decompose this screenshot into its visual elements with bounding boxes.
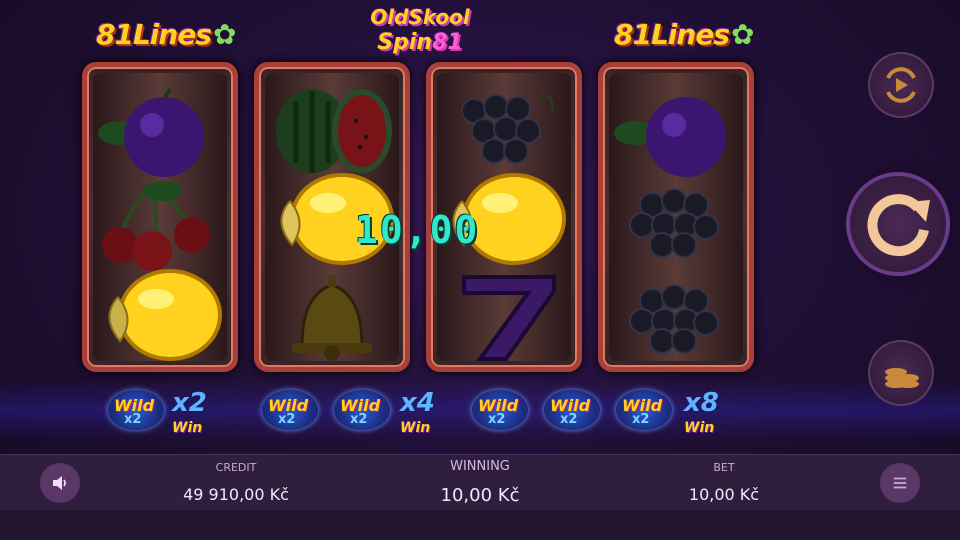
multiplier-win-label: Win — [172, 420, 203, 436]
sound-button[interactable] — [40, 463, 80, 503]
bottom-bar: CREDIT 49 910,00 Kč WINNING 10,00 Kč BET… — [0, 454, 960, 511]
coins-icon — [885, 368, 919, 388]
bet-label: BET — [713, 461, 735, 474]
grapes-icon — [603, 271, 749, 367]
autoplay-icon — [886, 67, 916, 103]
bell-icon — [259, 265, 405, 361]
credit-label: CREDIT — [215, 461, 257, 474]
lines-badge-right: 81Lines✿ — [614, 18, 754, 51]
credit-value: 49 910,00 Kč — [183, 485, 289, 504]
win-amount-overlay: 10,00 — [355, 208, 480, 252]
grapes-icon — [431, 81, 577, 177]
wild-badge: Wild x2 — [108, 386, 170, 438]
reel-4 — [598, 62, 754, 372]
wild-badge: Wild x2 — [262, 386, 324, 438]
multiplier-win-label: Win — [684, 420, 715, 436]
spin-button[interactable] — [846, 172, 950, 276]
bottom-footer-strip — [0, 510, 960, 540]
game-logo: OldSkool Spin81 — [370, 5, 470, 55]
seven-icon — [431, 267, 577, 363]
speaker-icon — [53, 476, 66, 490]
cherries-icon — [87, 177, 233, 273]
multiplier-win-label: Win — [400, 420, 431, 436]
winning-label: WINNING — [450, 459, 510, 474]
spin-icon — [867, 194, 930, 257]
grapes-icon — [603, 175, 749, 271]
winning-value: 10,00 Kč — [440, 485, 520, 506]
lemon-icon — [87, 267, 233, 363]
clover-icon: ✿ — [213, 18, 236, 51]
wild-badge: Wild x2 — [472, 386, 534, 438]
multiplier-x8: x8 — [684, 388, 719, 418]
autoplay-button[interactable] — [868, 52, 934, 118]
menu-button[interactable] — [880, 463, 920, 503]
multiplier-x4: x4 — [400, 388, 435, 418]
reel-1 — [82, 62, 238, 372]
bet-value: 10,00 Kč — [688, 485, 760, 504]
wild-badge: Wild x2 — [616, 386, 678, 438]
hamburger-menu-icon — [893, 477, 907, 489]
lines-badge-left: 81Lines✿ — [96, 18, 236, 51]
plum-icon — [603, 87, 749, 183]
bet-coins-button[interactable] — [868, 340, 934, 406]
wild-badge: Wild x2 — [334, 386, 396, 438]
wild-badge: Wild x2 — [544, 386, 606, 438]
plum-icon — [87, 87, 233, 183]
watermelon-icon — [259, 81, 405, 177]
multiplier-x2: x2 — [172, 388, 207, 418]
clover-icon: ✿ — [731, 18, 754, 51]
